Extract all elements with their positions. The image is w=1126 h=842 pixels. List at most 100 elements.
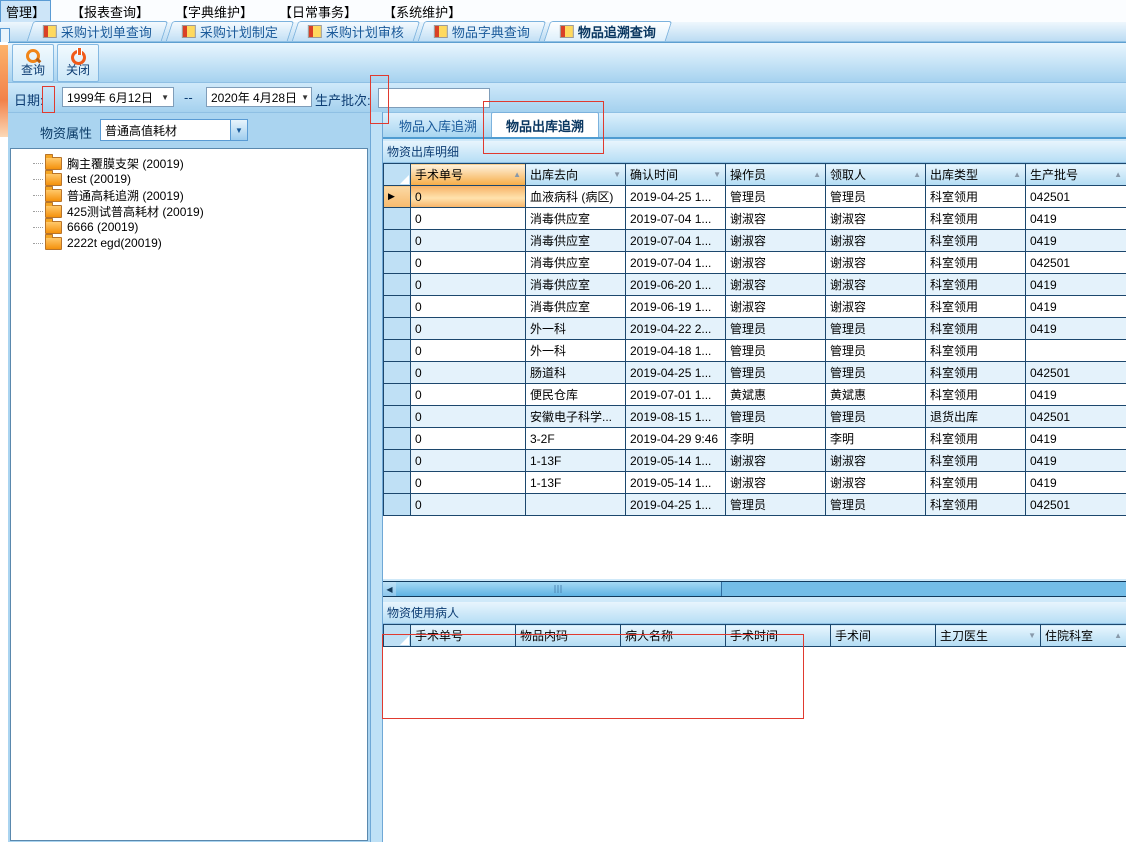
table-cell[interactable]: 消毒供应室: [525, 207, 626, 230]
table-cell[interactable]: 0: [410, 251, 526, 274]
table-cell[interactable]: 0419: [1025, 207, 1126, 230]
menu-item[interactable]: 【字典维护】: [169, 0, 259, 23]
table-cell[interactable]: 外一科: [525, 317, 626, 340]
table-cell[interactable]: 2019-07-01 1...: [625, 383, 726, 406]
chevron-down-icon[interactable]: ▼: [230, 120, 247, 140]
column-header[interactable]: 手术单号: [410, 624, 516, 647]
table-cell[interactable]: 科室领用: [925, 185, 1026, 208]
row-indicator[interactable]: [383, 229, 411, 252]
row-indicator[interactable]: [383, 317, 411, 340]
table-cell[interactable]: 0419: [1025, 449, 1126, 472]
window-tab[interactable]: 采购计划制定: [165, 21, 295, 41]
table-cell[interactable]: 管理员: [825, 185, 926, 208]
table-cell[interactable]: 0419: [1025, 383, 1126, 406]
table-row[interactable]: 0 肠道科 2019-04-25 1... 管理员 管理员 科室领用 042501: [383, 361, 1126, 384]
row-indicator[interactable]: [383, 493, 411, 516]
table-cell[interactable]: 消毒供应室: [525, 229, 626, 252]
table-cell[interactable]: 0: [410, 207, 526, 230]
table-cell[interactable]: 科室领用: [925, 317, 1026, 340]
column-header[interactable]: 物品内码: [515, 624, 621, 647]
column-header[interactable]: 手术时间: [725, 624, 831, 647]
table-cell[interactable]: 0419: [1025, 471, 1126, 494]
window-tab[interactable]: 物品字典查询: [417, 21, 547, 41]
row-indicator[interactable]: ▶: [383, 185, 411, 208]
scrollbar-thumb[interactable]: [396, 582, 722, 596]
table-row[interactable]: 0 便民仓库 2019-07-01 1... 黄斌惠 黄斌惠 科室领用 0419: [383, 383, 1126, 406]
table-cell[interactable]: 科室领用: [925, 471, 1026, 494]
table-cell[interactable]: 管理员: [725, 405, 826, 428]
table-cell[interactable]: 管理员: [725, 185, 826, 208]
scroll-left-arrow-icon[interactable]: ◀: [383, 582, 397, 596]
table-row[interactable]: ▶ 0 血液病科 (病区) 2019-04-25 1... 管理员 管理员 科室领用 0425…: [383, 185, 1126, 208]
table-row[interactable]: 0 外一科 2019-04-22 2... 管理员 管理员 科室领用 0419: [383, 317, 1126, 340]
table-cell[interactable]: 退货出库: [925, 405, 1026, 428]
table-cell[interactable]: 谢淑容: [825, 471, 926, 494]
table-cell[interactable]: 谢淑容: [725, 295, 826, 318]
tree-item[interactable]: 2222t egd(20019): [33, 233, 367, 251]
menu-item[interactable]: 【系统维护】: [377, 0, 467, 23]
row-indicator[interactable]: [383, 273, 411, 296]
table-cell[interactable]: 042501: [1025, 251, 1126, 274]
table-cell[interactable]: 谢淑容: [725, 229, 826, 252]
table-row[interactable]: 0 消毒供应室 2019-07-04 1... 谢淑容 谢淑容 科室领用 0419: [383, 207, 1126, 230]
table-cell[interactable]: 科室领用: [925, 229, 1026, 252]
table-cell[interactable]: 3-2F: [525, 427, 626, 450]
panel-splitter[interactable]: [370, 112, 383, 842]
column-header[interactable]: 病人名称: [620, 624, 726, 647]
menu-item[interactable]: 【日常事务】: [273, 0, 363, 23]
table-cell[interactable]: [525, 493, 626, 516]
table-cell[interactable]: 谢淑容: [725, 207, 826, 230]
table-cell[interactable]: 2019-07-04 1...: [625, 229, 726, 252]
table-cell[interactable]: 谢淑容: [825, 207, 926, 230]
window-tab[interactable]: 采购计划审核: [291, 21, 421, 41]
table-cell[interactable]: 科室领用: [925, 493, 1026, 516]
table-cell[interactable]: 0: [410, 273, 526, 296]
table-cell[interactable]: 1-13F: [525, 449, 626, 472]
table-cell[interactable]: 2019-07-04 1...: [625, 251, 726, 274]
table-cell[interactable]: 0: [410, 383, 526, 406]
table-cell[interactable]: 2019-04-29 9:46: [625, 427, 726, 450]
window-tab[interactable]: 采购计划单查询: [26, 21, 169, 41]
table-cell[interactable]: 2019-05-14 1...: [625, 449, 726, 472]
table-cell[interactable]: 谢淑容: [825, 273, 926, 296]
table-cell[interactable]: 管理员: [825, 339, 926, 362]
table-cell[interactable]: 谢淑容: [825, 449, 926, 472]
table-cell[interactable]: 科室领用: [925, 427, 1026, 450]
row-indicator[interactable]: [383, 207, 411, 230]
table-cell[interactable]: 0419: [1025, 427, 1126, 450]
table-cell[interactable]: 李明: [825, 427, 926, 450]
table-cell[interactable]: 科室领用: [925, 273, 1026, 296]
column-header[interactable]: 手术间: [830, 624, 936, 647]
menu-item[interactable]: 管理】: [0, 0, 52, 23]
row-indicator[interactable]: [383, 471, 411, 494]
trace-tab[interactable]: 物品入库追溯: [385, 113, 491, 137]
table-cell[interactable]: 0419: [1025, 317, 1126, 340]
table-cell[interactable]: 黄斌惠: [825, 383, 926, 406]
table-cell[interactable]: 2019-06-19 1...: [625, 295, 726, 318]
table-cell[interactable]: 0: [410, 405, 526, 428]
close-button[interactable]: 关闭: [57, 43, 99, 82]
column-header[interactable]: 住院科室 ▲: [1040, 624, 1126, 647]
table-cell[interactable]: 谢淑容: [825, 229, 926, 252]
table-cell[interactable]: 0: [410, 339, 526, 362]
menu-item[interactable]: 【报表查询】: [65, 0, 155, 23]
table-cell[interactable]: 谢淑容: [825, 295, 926, 318]
column-header[interactable]: 出库去向 ▼: [525, 163, 626, 186]
table-cell[interactable]: 管理员: [725, 317, 826, 340]
table-cell[interactable]: 2019-04-25 1...: [625, 361, 726, 384]
table-cell[interactable]: 管理员: [825, 361, 926, 384]
table-cell[interactable]: 0: [410, 229, 526, 252]
table-cell[interactable]: 0: [410, 449, 526, 472]
row-indicator[interactable]: [383, 251, 411, 274]
table-cell[interactable]: 肠道科: [525, 361, 626, 384]
table-cell[interactable]: 血液病科 (病区): [525, 185, 626, 208]
table-cell[interactable]: 管理员: [725, 361, 826, 384]
tree-item[interactable]: test (20019): [33, 169, 367, 187]
batch-input[interactable]: [378, 88, 490, 108]
table-row[interactable]: 0 安徽电子科学... 2019-08-15 1... 管理员 管理员 退货出库 04250…: [383, 405, 1126, 428]
column-header[interactable]: 出库类型 ▲: [925, 163, 1026, 186]
table-cell[interactable]: 0: [410, 493, 526, 516]
table-cell[interactable]: 科室领用: [925, 339, 1026, 362]
column-header[interactable]: 手术单号 ▲: [410, 163, 526, 186]
row-indicator[interactable]: [383, 427, 411, 450]
